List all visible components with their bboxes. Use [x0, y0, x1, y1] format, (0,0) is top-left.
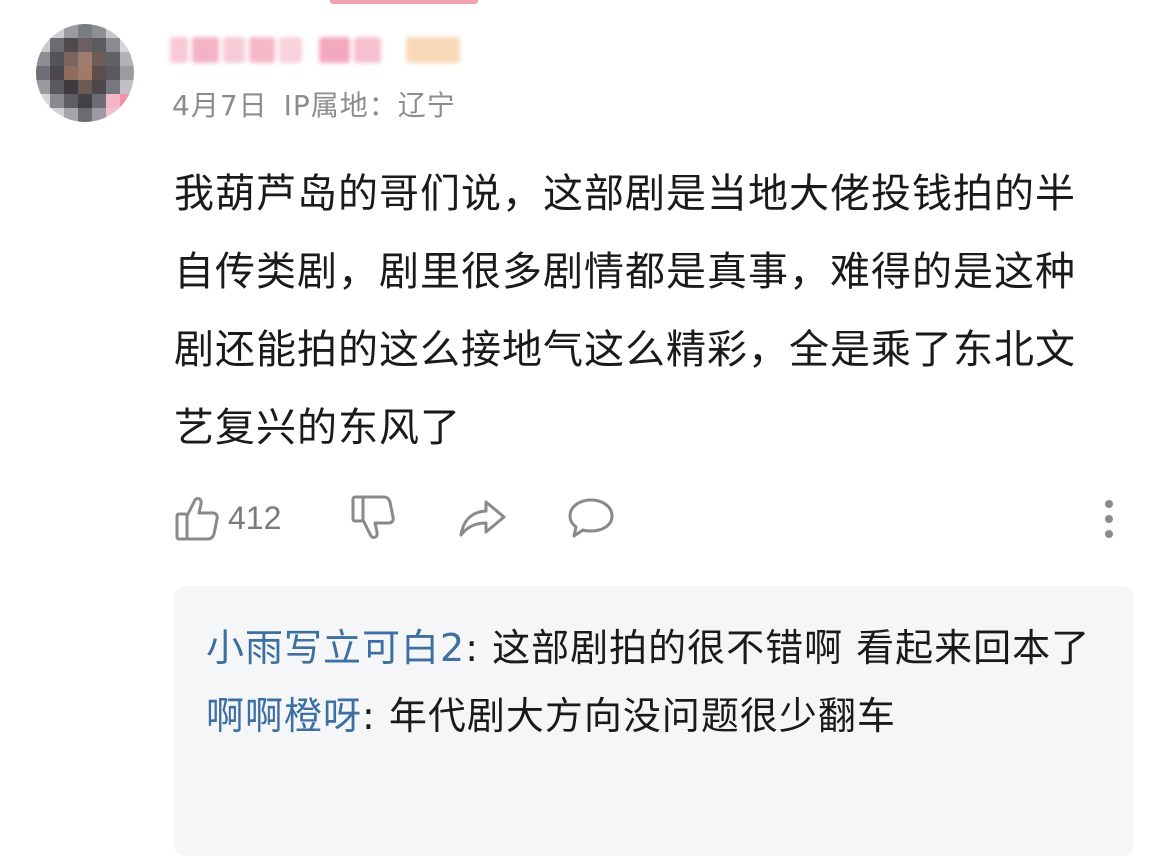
reply-separator: :: [362, 694, 389, 738]
username-blurred[interactable]: [170, 30, 460, 70]
avatar[interactable]: [36, 24, 134, 122]
reply-button[interactable]: [566, 490, 616, 546]
speech-bubble-icon: [568, 498, 614, 538]
comment-text: 我葫芦岛的哥们说，这部剧是当地大佬投钱拍的半自传类剧，剧里很多剧情都是真事，难得…: [174, 171, 1076, 451]
thumbs-up-icon: [175, 497, 219, 541]
share-arrow-icon: [459, 500, 506, 537]
reply-author[interactable]: 小雨写立可白2: [206, 626, 465, 670]
reply-item[interactable]: 啊啊橙呀: 年代剧大方向没问题很少翻车: [206, 684, 1102, 748]
like-count: 412: [228, 499, 282, 536]
more-vertical-icon: [1105, 500, 1113, 538]
comment-actions: 412: [174, 490, 1124, 546]
thumbs-down-icon: [351, 495, 395, 539]
more-options-button[interactable]: [1094, 496, 1124, 542]
dislike-button[interactable]: [350, 490, 398, 546]
reply-item[interactable]: 小雨写立可白2: 这部剧拍的很不错啊 看起来回本了: [206, 616, 1102, 680]
like-button[interactable]: 412: [174, 490, 281, 546]
reply-author[interactable]: 啊啊橙呀: [206, 694, 362, 738]
comment-meta: 4月7日 IP属地：辽宁: [172, 84, 456, 124]
reply-text: 年代剧大方向没问题很少翻车: [388, 694, 896, 738]
replies-panel[interactable]: 小雨写立可白2: 这部剧拍的很不错啊 看起来回本了 啊啊橙呀: 年代剧大方向没问…: [174, 586, 1134, 856]
ip-location: IP属地：辽宁: [283, 89, 456, 122]
share-button[interactable]: [458, 490, 508, 546]
reply-text: 这部剧拍的很不错啊 看起来回本了: [492, 626, 1091, 670]
reply-separator: :: [465, 626, 493, 670]
comment-date: 4月7日: [172, 89, 268, 122]
top-accent-bar: [330, 0, 478, 4]
